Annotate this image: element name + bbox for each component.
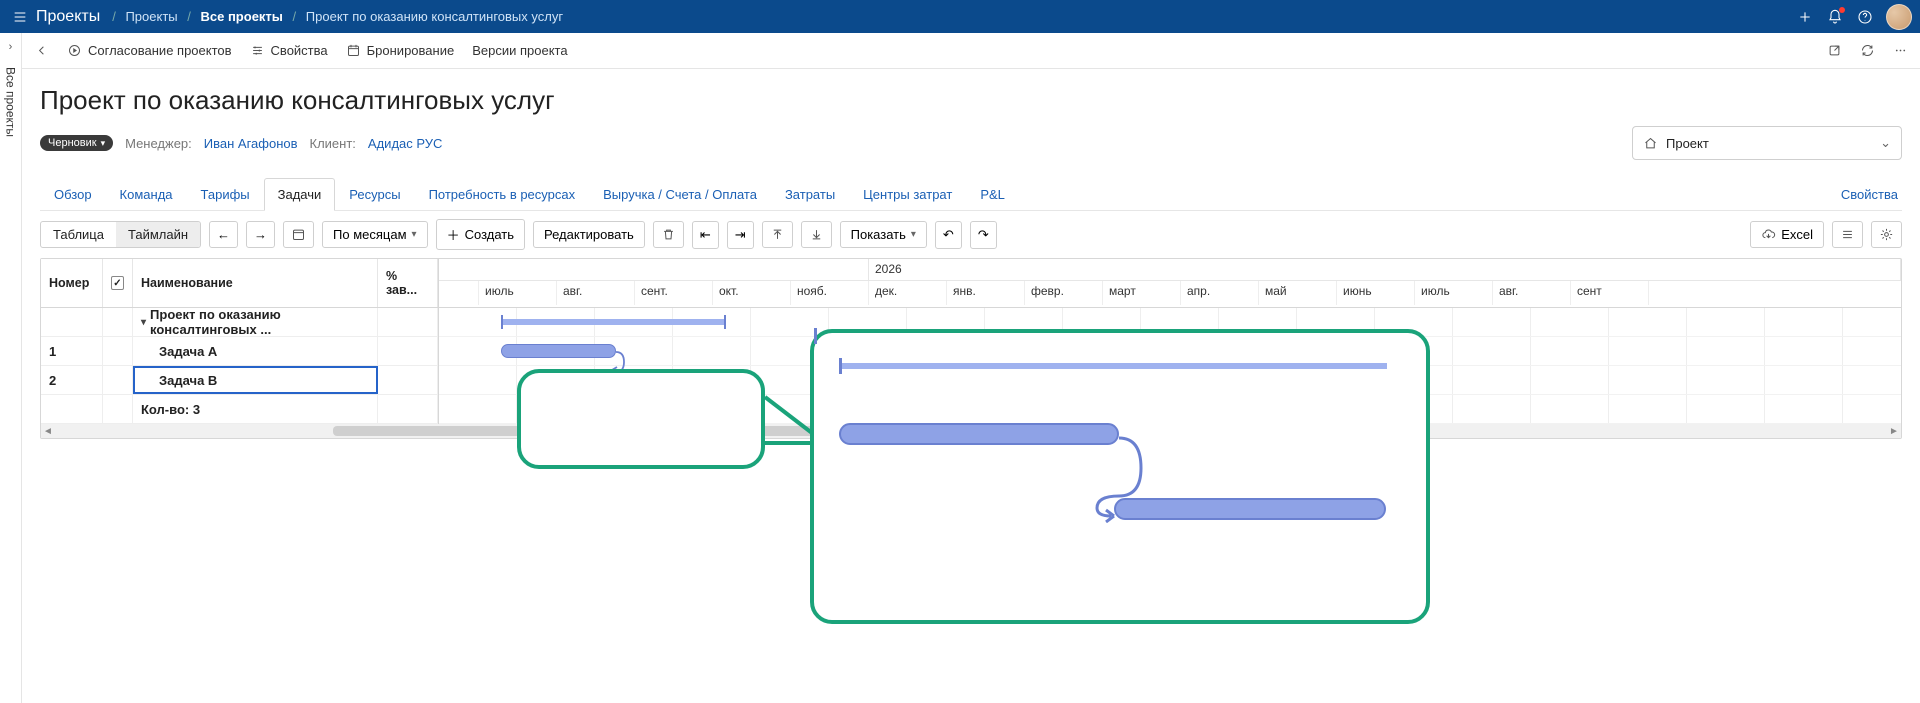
edit-button[interactable]: Редактировать bbox=[533, 221, 645, 248]
plus-icon: ＋ bbox=[447, 225, 460, 244]
refresh-button[interactable] bbox=[1858, 39, 1877, 62]
tab-resources[interactable]: Ресурсы bbox=[335, 178, 414, 210]
properties-button[interactable]: Свойства bbox=[248, 39, 330, 62]
gantt: Номер ✓ Наименование % зав... 2026 июль … bbox=[40, 258, 1902, 439]
table-row[interactable]: 1 Задача А bbox=[41, 337, 438, 366]
dependency-arrow-large-icon bbox=[1089, 428, 1149, 523]
gear-icon bbox=[1879, 227, 1894, 242]
view-selector[interactable]: Проект ⌄ bbox=[1632, 126, 1902, 160]
undo-button[interactable]: ↶ bbox=[935, 221, 962, 249]
notifications-button[interactable] bbox=[1820, 2, 1850, 32]
month-header: июль авг. сент. окт. нояб. дек. янв. фев… bbox=[439, 281, 1901, 305]
left-rail-label[interactable]: Все проекты bbox=[4, 67, 18, 137]
approve-projects-button[interactable]: Согласование проектов bbox=[65, 39, 234, 62]
tab-overview[interactable]: Обзор bbox=[40, 178, 106, 210]
excel-button[interactable]: Excel bbox=[1750, 221, 1824, 248]
calendar-icon bbox=[291, 227, 306, 242]
help-button[interactable] bbox=[1850, 2, 1880, 32]
manager-label: Менеджер: bbox=[125, 136, 192, 151]
client-link[interactable]: Адидас РУС bbox=[368, 136, 442, 151]
year-2026: 2026 bbox=[869, 259, 1901, 280]
tab-revenue[interactable]: Выручка / Счета / Оплата bbox=[589, 178, 771, 210]
home-icon bbox=[1643, 136, 1658, 151]
meta-row: Черновик Менеджер: Иван Агафонов Клиент:… bbox=[40, 126, 1902, 160]
view-mode-segment: Таблица Таймлайн bbox=[40, 221, 201, 248]
delete-button[interactable] bbox=[653, 221, 684, 248]
seg-timeline[interactable]: Таймлайн bbox=[116, 222, 200, 247]
gantt-body: ▾Проект по оказанию консалтинговых ... 1… bbox=[41, 308, 1901, 424]
breadcrumb: / Проекты / Все проекты / Проект по оказ… bbox=[106, 9, 563, 24]
seg-table[interactable]: Таблица bbox=[41, 222, 116, 247]
tab-rates[interactable]: Тарифы bbox=[187, 178, 264, 210]
settings-button[interactable] bbox=[1871, 221, 1902, 248]
dependency-arrow-icon bbox=[609, 349, 639, 379]
manager-link[interactable]: Иван Агафонов bbox=[204, 136, 298, 151]
gantt-bar-task-a[interactable] bbox=[501, 344, 616, 358]
table-row[interactable]: ▾Проект по оказанию консалтинговых ... bbox=[41, 308, 438, 337]
horizontal-scrollbar[interactable]: ◄ ► bbox=[41, 424, 1901, 438]
move-down-button[interactable] bbox=[801, 221, 832, 248]
notification-dot bbox=[1839, 7, 1845, 13]
content: Проект по оказанию консалтинговых услуг … bbox=[22, 69, 1920, 703]
gantt-toolbar: Таблица Таймлайн ← → По месяцам▾ ＋Создат… bbox=[40, 211, 1902, 258]
versions-button[interactable]: Версии проекта bbox=[470, 39, 569, 62]
tab-right-properties[interactable]: Свойства bbox=[1837, 179, 1902, 210]
col-checkbox[interactable]: ✓ bbox=[103, 259, 133, 307]
tab-costs[interactable]: Затраты bbox=[771, 178, 849, 210]
table-row[interactable]: 2 Задача B bbox=[41, 366, 438, 395]
brand: Проекты bbox=[36, 8, 100, 26]
col-name[interactable]: Наименование bbox=[133, 259, 378, 307]
period-select[interactable]: По месяцам▾ bbox=[322, 221, 428, 248]
create-button[interactable]: ＋Создать bbox=[436, 219, 525, 250]
sliders-icon bbox=[1840, 227, 1855, 242]
indent-button[interactable]: ⇥ bbox=[727, 221, 754, 249]
avatar[interactable] bbox=[1886, 4, 1912, 30]
gantt-summary-bar[interactable] bbox=[501, 319, 726, 325]
tab-pl[interactable]: P&L bbox=[966, 178, 1019, 210]
crumb-all-projects[interactable]: Все проекты bbox=[201, 9, 283, 24]
redo-button[interactable]: ↷ bbox=[970, 221, 997, 249]
crumb-project[interactable]: Проект по оказанию консалтинговых услуг bbox=[306, 9, 563, 24]
gantt-chart-area[interactable] bbox=[439, 308, 1901, 424]
status-chip[interactable]: Черновик bbox=[40, 135, 113, 151]
topbar: Проекты / Проекты / Все проекты / Проект… bbox=[0, 0, 1920, 33]
outdent-button[interactable]: ⇤ bbox=[692, 221, 719, 249]
crumb-projects[interactable]: Проекты bbox=[125, 9, 177, 24]
gantt-header: Номер ✓ Наименование % зав... 2026 июль … bbox=[41, 259, 1901, 308]
col-number[interactable]: Номер bbox=[41, 259, 103, 307]
actionbar: Согласование проектов Свойства Бронирова… bbox=[22, 33, 1920, 69]
back-button[interactable] bbox=[32, 39, 51, 62]
tab-tasks[interactable]: Задачи bbox=[264, 178, 336, 211]
add-button[interactable] bbox=[1790, 2, 1820, 32]
trash-icon bbox=[661, 227, 676, 242]
menu-button[interactable] bbox=[8, 5, 32, 29]
client-label: Клиент: bbox=[310, 136, 356, 151]
nav-next-button[interactable]: → bbox=[246, 221, 275, 248]
show-menu[interactable]: Показать▾ bbox=[840, 221, 927, 248]
more-button[interactable] bbox=[1891, 39, 1910, 62]
columns-button[interactable] bbox=[1832, 221, 1863, 248]
cloud-download-icon bbox=[1761, 227, 1776, 242]
chevron-down-icon: ⌄ bbox=[1880, 135, 1891, 151]
move-up-button[interactable] bbox=[762, 221, 793, 248]
tab-team[interactable]: Команда bbox=[106, 178, 187, 210]
popout-button[interactable] bbox=[1825, 39, 1844, 62]
arrow-down-icon bbox=[809, 227, 824, 242]
tabs: Обзор Команда Тарифы Задачи Ресурсы Потр… bbox=[40, 178, 1902, 211]
tab-resource-need[interactable]: Потребность в ресурсах bbox=[415, 178, 590, 210]
arrow-up-icon bbox=[770, 227, 785, 242]
table-footer: Кол-во: 3 bbox=[41, 395, 438, 424]
calendar-button[interactable] bbox=[283, 221, 314, 248]
col-pct[interactable]: % зав... bbox=[378, 259, 438, 307]
nav-prev-button[interactable]: ← bbox=[209, 221, 238, 248]
tab-cost-centers[interactable]: Центры затрат bbox=[849, 178, 966, 210]
annotation-connector-icon bbox=[762, 393, 822, 453]
left-rail: › Все проекты bbox=[0, 33, 22, 703]
booking-button[interactable]: Бронирование bbox=[344, 39, 457, 62]
caret-down-icon[interactable]: ▾ bbox=[141, 317, 146, 328]
left-rail-expand-icon[interactable]: › bbox=[9, 41, 13, 53]
page-title: Проект по оказанию консалтинговых услуг bbox=[40, 85, 1902, 116]
